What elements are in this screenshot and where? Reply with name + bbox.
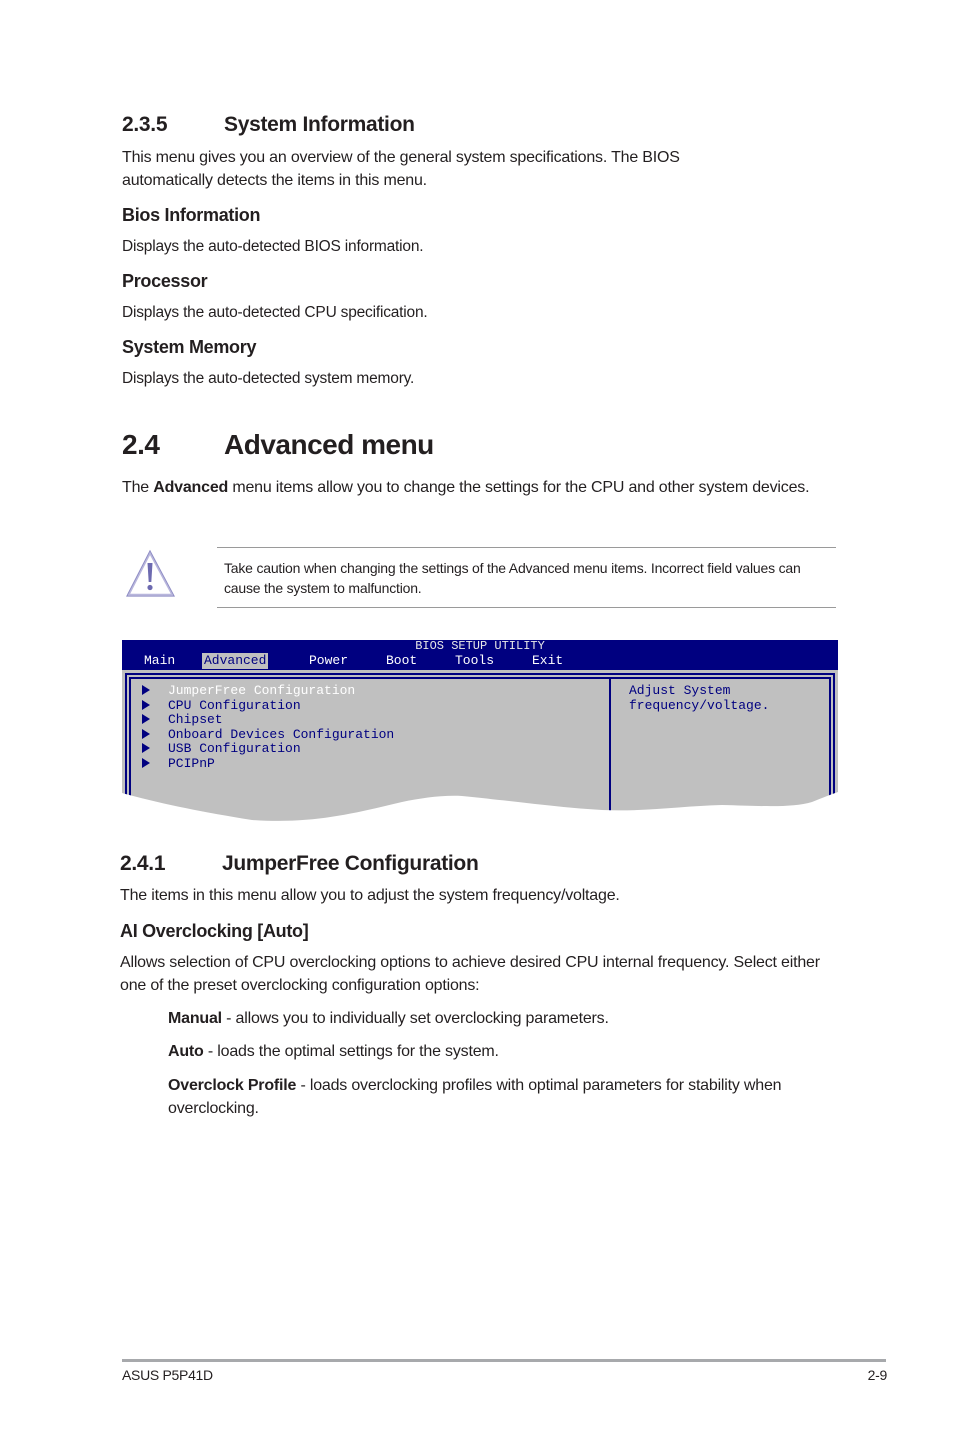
bios-menu-item-label: JumperFree Configuration (168, 683, 356, 698)
section-2-4-heading: 2.4 Advanced menu (122, 429, 434, 461)
bios-menu-item-pcipnp[interactable]: PCIPnP (142, 755, 215, 771)
section-number: 2.3.5 (122, 113, 168, 136)
section-2-3-5-heading: 2.3.5 System Information (122, 113, 415, 137)
bios-information-text: Displays the auto-detected BIOS informat… (122, 238, 424, 255)
bios-tab-boot[interactable]: Boot (384, 653, 419, 669)
bios-tab-main[interactable]: Main (142, 653, 177, 669)
submenu-arrow-icon (142, 743, 150, 753)
bios-menu-item-chipset[interactable]: Chipset (142, 713, 223, 727)
processor-text: Displays the auto-detected CPU specifica… (122, 304, 428, 321)
section-number: 2.4 (122, 429, 160, 460)
intro-bold: Advanced (153, 479, 229, 496)
warning-triangle-icon (125, 548, 177, 600)
bios-menu-item-usb[interactable]: USB Configuration (142, 742, 301, 756)
section-number: 2.4.1 (120, 852, 166, 875)
torn-edge (122, 792, 838, 830)
bios-menu-item-label: USB Configuration (168, 741, 301, 756)
option-name: Overclock Profile (168, 1077, 297, 1094)
bios-header: BIOS SETUP UTILITY Main Advanced Power B… (122, 640, 838, 670)
section-2-4-1-heading: 2.4.1 JumperFree Configuration (120, 852, 479, 876)
system-memory-text: Displays the auto-detected system memory… (122, 370, 415, 387)
bios-tab-tools[interactable]: Tools (453, 653, 496, 669)
option-desc: - loads the optimal settings for the sys… (203, 1043, 499, 1060)
subheading-bios-information: Bios Information (122, 205, 261, 225)
footer-page-number: 2-9 (867, 1367, 888, 1383)
bios-menu-item-label: Chipset (168, 712, 223, 727)
submenu-arrow-icon (142, 728, 150, 739)
bios-menu-item-label: CPU Configuration (168, 697, 301, 713)
submenu-arrow-icon (142, 757, 150, 768)
submenu-arrow-icon (142, 714, 150, 724)
bios-screenshot: BIOS SETUP UTILITY Main Advanced Power B… (122, 640, 838, 830)
bios-tab-exit[interactable]: Exit (530, 653, 565, 669)
bios-menu-item-label: Onboard Devices Configuration (168, 726, 395, 742)
bios-tab-advanced[interactable]: Advanced (202, 653, 269, 669)
bios-tab-power[interactable]: Power (307, 653, 350, 669)
caution-text: Take caution when changing the settings … (224, 560, 801, 596)
bios-menu-item-onboard-devices[interactable]: Onboard Devices Configuration (142, 726, 395, 742)
option-manual: Manual - allows you to individually set … (168, 1007, 828, 1030)
section-title: System Information (224, 113, 415, 136)
footer-product: ASUS P5P41D (122, 1367, 213, 1383)
option-desc: - allows you to individually set overclo… (221, 1010, 609, 1027)
section-intro: The Advanced menu items allow you to cha… (122, 476, 827, 499)
section-title: Advanced menu (224, 429, 434, 460)
bios-title: BIOS SETUP UTILITY (415, 639, 545, 653)
section-intro: This menu gives you an overview of the g… (122, 149, 680, 189)
note-top-rule (217, 547, 836, 548)
bios-menu-item-jumperfree[interactable]: JumperFree Configuration (142, 684, 355, 698)
note-bottom-rule (217, 607, 836, 608)
footer-rule (122, 1359, 886, 1362)
bios-menu-item-label: PCIPnP (168, 755, 215, 771)
subheading-processor: Processor (122, 271, 208, 291)
subheading-system-memory: System Memory (122, 337, 257, 357)
submenu-arrow-icon (142, 685, 150, 695)
ai-overclocking-description: Allows selection of CPU overclocking opt… (120, 954, 820, 994)
option-overclock-profile: Overclock Profile - loads overclocking p… (168, 1074, 828, 1120)
subheading-ai-overclocking: AI Overclocking [Auto] (120, 921, 309, 941)
option-name: Auto (168, 1043, 204, 1060)
submenu-arrow-icon (142, 699, 150, 710)
option-auto: Auto - loads the optimal settings for th… (168, 1040, 828, 1063)
bios-menu-item-cpu[interactable]: CPU Configuration (142, 697, 301, 713)
section-intro: The items in this menu allow you to adju… (120, 887, 620, 904)
intro-text: The (122, 479, 154, 496)
section-title: JumperFree Configuration (222, 852, 479, 875)
intro-text: menu items allow you to change the setti… (228, 479, 810, 496)
option-name: Manual (168, 1010, 222, 1027)
bios-help-text: Adjust System frequency/voltage. (629, 683, 770, 713)
